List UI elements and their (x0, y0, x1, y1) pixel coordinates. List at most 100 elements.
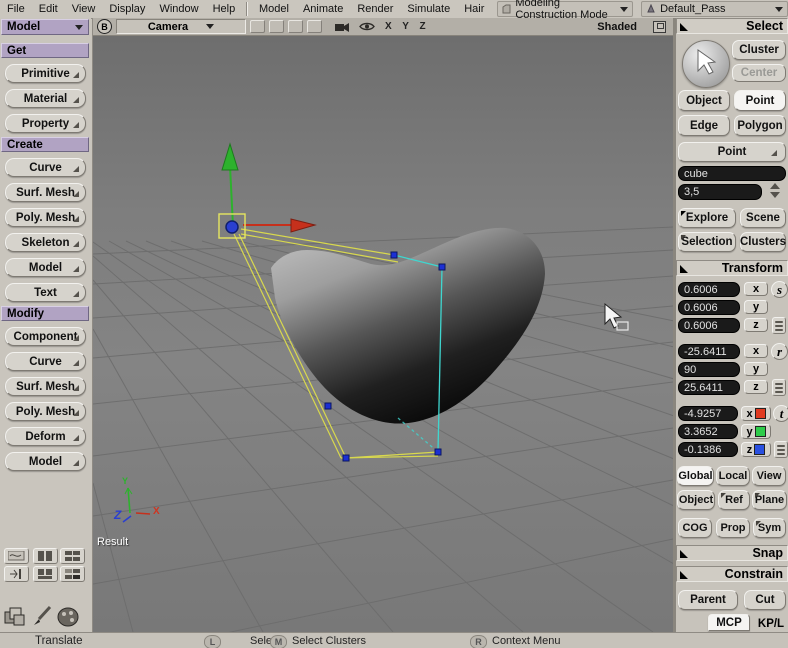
scale-options-icon[interactable] (772, 317, 786, 334)
cluster-button[interactable]: Cluster (732, 40, 786, 60)
scale-x-axis-button[interactable]: x (744, 282, 768, 296)
paint-tool-button[interactable] (30, 604, 54, 628)
rotate-tool-button[interactable]: r (771, 343, 788, 360)
menu-edit[interactable]: Edit (32, 3, 65, 15)
scale-x-field[interactable]: 0.6006 (678, 282, 740, 297)
memo-cam-slot-2[interactable] (269, 20, 284, 33)
rotate-x-axis-button[interactable]: x (744, 344, 768, 358)
menu-model[interactable]: Model (252, 3, 296, 15)
menu-view[interactable]: View (65, 3, 103, 15)
scale-z-axis-button[interactable]: z (744, 318, 768, 332)
get-primitive-button[interactable]: Primitive (5, 64, 86, 83)
get-property-button[interactable]: Property (5, 114, 86, 133)
scale-y-axis-button[interactable]: y (744, 300, 768, 314)
memo-cam-slot-3[interactable] (288, 20, 303, 33)
translate-z-field[interactable]: -0.1386 (678, 442, 738, 457)
modify-poly-mesh-button[interactable]: Poly. Mesh (5, 402, 86, 421)
rotate-x-field[interactable]: -25.6411 (678, 344, 740, 359)
selection-range-field[interactable]: 3,5 (678, 184, 762, 200)
layout-wave-button[interactable] (4, 548, 29, 564)
camera-view-dropdown[interactable]: Camera (116, 19, 246, 34)
selected-point[interactable] (225, 220, 239, 234)
create-poly-mesh-button[interactable]: Poly. Mesh (5, 208, 86, 227)
scale-tool-button[interactable]: s (771, 281, 788, 298)
create-curve-button[interactable]: Curve (5, 158, 86, 177)
filter-edge-button[interactable]: Edge (678, 115, 730, 136)
mode-ref-button[interactable]: Ref (718, 490, 750, 510)
render-pass-dropdown[interactable]: Default_Pass (641, 1, 788, 17)
translate-x-field[interactable]: -4.9257 (678, 406, 738, 421)
translate-z-axis-button[interactable]: z (741, 442, 771, 457)
mode-object-button[interactable]: Object (677, 490, 715, 510)
filter-point-button[interactable]: Point (734, 90, 786, 111)
menu-render[interactable]: Render (350, 3, 400, 15)
memo-cam-slot-1[interactable] (250, 20, 265, 33)
memo-cam-slot-4[interactable] (307, 20, 322, 33)
modify-deform-button[interactable]: Deform (5, 427, 86, 446)
menu-window[interactable]: Window (152, 3, 205, 15)
transient-explorer-button[interactable] (2, 606, 28, 628)
sym-button[interactable]: Sym (753, 518, 786, 538)
scene-button[interactable]: Scene (740, 208, 786, 228)
mode-view-button[interactable]: View (752, 466, 786, 486)
filter-polygon-button[interactable]: Polygon (734, 115, 786, 136)
tab-kpl[interactable]: KP/L (754, 616, 788, 631)
create-skeleton-button[interactable]: Skeleton (5, 233, 86, 252)
tab-mcp[interactable]: MCP (708, 614, 750, 631)
menu-file[interactable]: File (0, 3, 32, 15)
spinner-down-icon[interactable] (770, 192, 780, 198)
menu-animate[interactable]: Animate (296, 3, 350, 15)
scale-z-field[interactable]: 0.6006 (678, 318, 740, 333)
range-spinner[interactable] (770, 183, 780, 198)
filter-menu-button[interactable]: Point (678, 142, 786, 162)
mode-local-button[interactable]: Local (716, 466, 750, 486)
rotate-y-axis-button[interactable]: y (744, 362, 768, 376)
filter-object-button[interactable]: Object (678, 90, 730, 111)
eye-visibility-icon[interactable] (359, 21, 375, 32)
camera-viewport[interactable]: B Camera X Y Z Shaded Y X Z Result (92, 18, 674, 632)
translate-x-axis-button[interactable]: x (741, 406, 771, 421)
create-text-button[interactable]: Text (5, 283, 86, 302)
scale-y-field[interactable]: 0.6006 (678, 300, 740, 315)
layout-resize-button[interactable] (4, 566, 29, 582)
translate-options-icon[interactable] (774, 441, 788, 458)
scene-canvas[interactable] (93, 36, 673, 632)
layout-quad-mixed-button[interactable] (60, 566, 85, 582)
material-palette-button[interactable] (56, 606, 80, 628)
display-mode-dropdown[interactable]: Shaded (597, 21, 637, 33)
modify-curve-button[interactable]: Curve (5, 352, 86, 371)
translate-tool-button[interactable]: t (773, 405, 788, 422)
select-tool-button[interactable] (682, 40, 730, 88)
constrain-parent-button[interactable]: Parent (678, 590, 738, 610)
camera-icon[interactable] (334, 21, 351, 33)
modify-component-button[interactable]: Component (5, 327, 86, 346)
constrain-cut-button[interactable]: Cut (744, 590, 786, 610)
menu-display[interactable]: Display (102, 3, 152, 15)
rotate-options-icon[interactable] (772, 379, 786, 396)
axis-lock-buttons[interactable]: X Y Z (385, 21, 430, 32)
mode-global-button[interactable]: Global (677, 466, 714, 486)
clusters-button[interactable]: Clusters (740, 232, 786, 252)
rotate-y-field[interactable]: 90 (678, 362, 740, 377)
layout-four-pane-button[interactable] (60, 548, 85, 564)
constrain-section-header[interactable]: Constrain (676, 566, 788, 582)
maximize-viewport-icon[interactable] (653, 20, 666, 33)
translate-y-field[interactable]: 3.3652 (678, 424, 738, 439)
snap-section-header[interactable]: Snap (676, 545, 788, 561)
modify-model-button[interactable]: Model (5, 452, 86, 471)
viewport-memo-button[interactable]: B (97, 19, 112, 34)
create-model-button[interactable]: Model (5, 258, 86, 277)
layout-two-pane-button[interactable] (33, 548, 58, 564)
rotate-z-axis-button[interactable]: z (744, 380, 768, 394)
explore-button[interactable]: Explore (678, 208, 736, 228)
modify-surf-mesh-button[interactable]: Surf. Mesh (5, 377, 86, 396)
spinner-up-icon[interactable] (770, 183, 780, 189)
layout-split-bottom-button[interactable] (33, 566, 58, 582)
selection-button[interactable]: Selection (678, 232, 736, 252)
menu-simulate[interactable]: Simulate (400, 3, 457, 15)
selection-name-field[interactable]: cube (678, 166, 786, 181)
mode-plane-button[interactable]: Plane (752, 490, 787, 510)
transform-section-header[interactable]: Transform (676, 260, 788, 276)
select-section-header[interactable]: Select (676, 18, 788, 34)
create-surf-mesh-button[interactable]: Surf. Mesh (5, 183, 86, 202)
